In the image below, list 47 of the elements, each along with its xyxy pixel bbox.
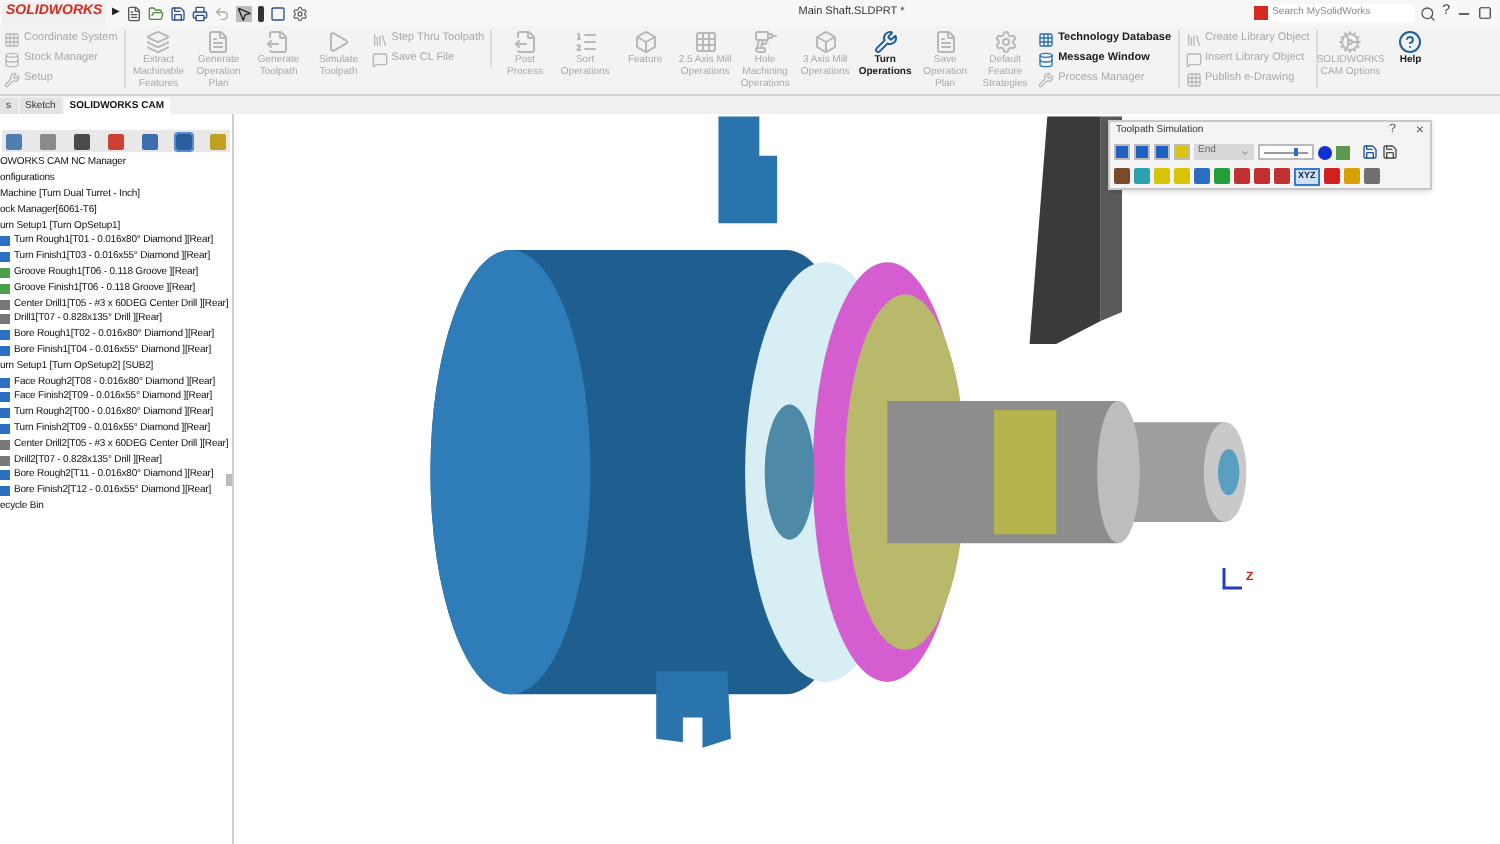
wrench-icon	[4, 71, 20, 87]
panel-tab-icon[interactable]	[74, 133, 90, 149]
maximize-icon[interactable]	[1478, 6, 1492, 20]
save-icon[interactable]	[170, 5, 187, 21]
gear-icon[interactable]	[292, 5, 309, 21]
slider-thumb[interactable]	[1294, 148, 1299, 156]
layers-icon	[146, 30, 171, 54]
gear-icon	[1338, 30, 1363, 54]
open-folder-icon[interactable]	[148, 5, 165, 21]
play-icon	[326, 30, 351, 54]
document-icon	[933, 30, 958, 54]
database-icon	[4, 51, 20, 67]
grid-icon	[4, 31, 20, 47]
message-icon	[1185, 51, 1202, 67]
grid-icon	[1038, 31, 1055, 47]
library-icon	[1185, 31, 1202, 47]
search-icon[interactable]	[1420, 5, 1437, 21]
gear-icon	[993, 30, 1018, 54]
document-icon	[513, 30, 538, 54]
axis-triad-icon	[1220, 564, 1244, 592]
print-icon[interactable]	[192, 5, 209, 21]
wrench-icon	[1038, 71, 1055, 87]
save-icon[interactable]	[1382, 144, 1398, 160]
help-icon	[1398, 30, 1423, 54]
grid-icon	[693, 30, 718, 54]
cube-icon	[813, 30, 838, 54]
database-icon	[1038, 51, 1055, 67]
cube-icon	[633, 30, 658, 54]
select-icon[interactable]	[236, 5, 253, 21]
drill-icon	[753, 30, 778, 54]
wrench-icon	[873, 30, 898, 54]
grid-icon	[1185, 71, 1202, 87]
list-icon	[573, 30, 598, 54]
new-document-icon[interactable]	[126, 5, 143, 21]
library-icon	[371, 31, 388, 47]
speed-slider[interactable]	[1258, 144, 1314, 160]
caret-icon	[1240, 147, 1250, 157]
panel-tab-icon[interactable]	[142, 133, 158, 149]
document-icon	[206, 30, 231, 54]
message-icon	[371, 51, 388, 67]
panel-tab-icon[interactable]	[108, 133, 124, 149]
search-logo-icon	[1254, 6, 1269, 20]
collapse-handle[interactable]	[226, 474, 232, 486]
save-icon[interactable]	[1362, 144, 1378, 160]
document-icon	[266, 30, 291, 54]
panel-icon[interactable]	[270, 5, 287, 21]
panel-tab-icon[interactable]	[6, 133, 22, 149]
